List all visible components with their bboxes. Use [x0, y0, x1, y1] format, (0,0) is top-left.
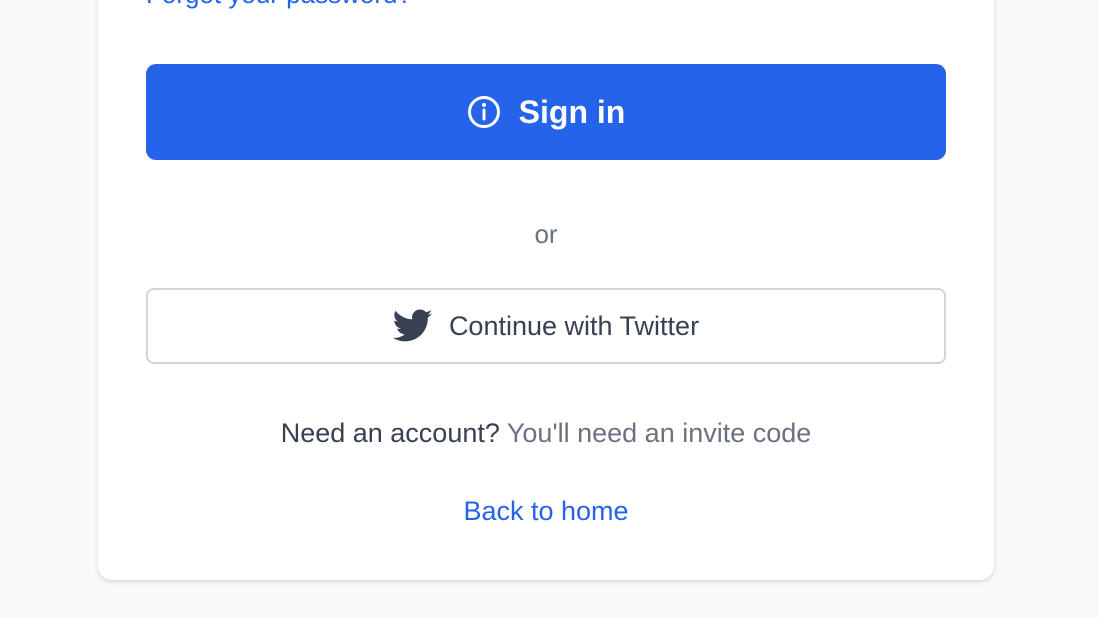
info-circle-icon [467, 95, 501, 129]
invite-code-note: You'll need an invite code [506, 418, 812, 448]
back-to-home-wrapper: Back to home [98, 494, 994, 528]
back-to-home-link[interactable]: Back to home [463, 496, 628, 526]
forgot-password-link[interactable]: Forgot your password? [146, 0, 412, 10]
twitter-button-label: Continue with Twitter [448, 310, 700, 341]
continue-with-twitter-button[interactable]: Continue with Twitter [146, 288, 946, 364]
account-prompt: Need an account? You'll need an invite c… [98, 416, 994, 450]
sign-in-button[interactable]: Sign in [146, 64, 946, 160]
sign-in-label: Sign in [518, 93, 626, 130]
twitter-bird-icon [392, 309, 433, 343]
account-question: Need an account? [280, 418, 500, 448]
login-card: Forgot your password? Sign in or Continu… [98, 0, 994, 580]
or-divider: or [534, 219, 558, 249]
